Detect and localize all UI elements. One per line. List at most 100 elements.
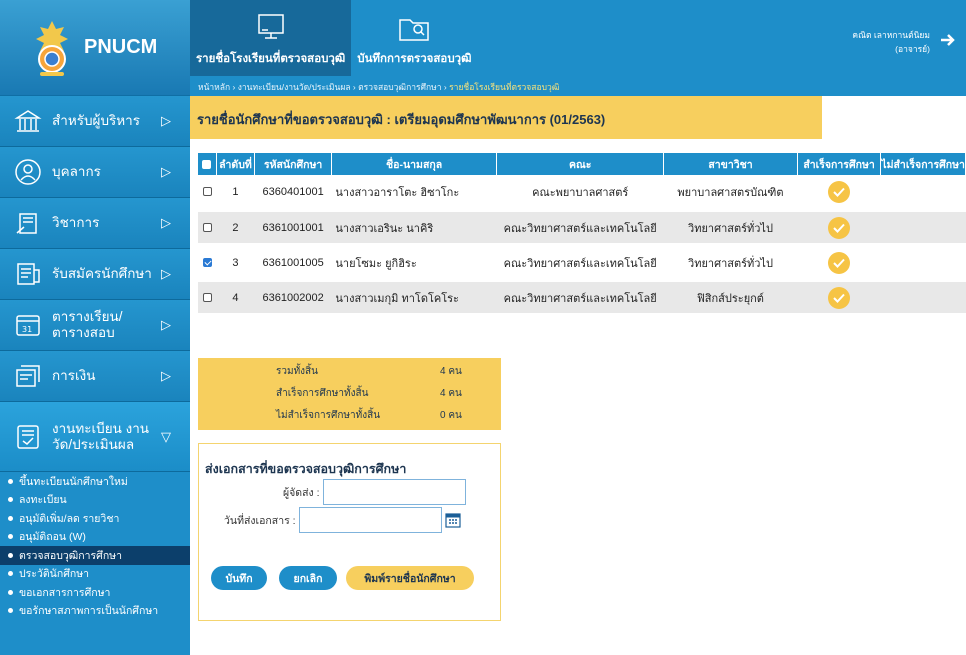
submenu-new-student[interactable]: ขึ้นทะเบียนนักศึกษาใหม่ (0, 472, 190, 491)
submenu-enroll[interactable]: ลงทะเบียน (0, 491, 190, 510)
sidebar: PNUCM สำหรับผู้บริหาร ▷ บุคลากร ▷ วิชากา… (0, 0, 190, 655)
tab-school-list[interactable]: รายชื่อโรงเรียนที่ตรวจสอบวุฒิ (190, 0, 352, 76)
row-checkbox[interactable] (202, 293, 212, 303)
bullet-icon (8, 552, 13, 558)
row-select-cell[interactable] (198, 280, 217, 317)
passed-cell[interactable] (797, 175, 881, 212)
table-header-row: ลำดับที่ รหัสนักศึกษา ชื่อ-นามสกุล คณะ ส… (198, 153, 966, 175)
logout-button[interactable] (938, 30, 958, 50)
row-checkbox-checked[interactable] (202, 258, 212, 268)
chevron-right-icon: ▷ (161, 317, 171, 332)
sidebar-item-finance[interactable]: การเงิน ▷ (0, 351, 190, 402)
not-passed-cell[interactable] (880, 175, 966, 212)
summary-passed: สำเร็จการศึกษาทั้งสิ้น 4 คน (276, 386, 486, 401)
calendar-icon: 31 (14, 311, 42, 339)
row-select-cell[interactable] (198, 210, 217, 247)
sidebar-item-admission[interactable]: รับสมัครนักศึกษา ▷ (0, 249, 190, 300)
submenu-add-drop[interactable]: อนุมัติเพิ่ม/ลด รายวิชา (0, 509, 190, 528)
summary-failed: ไม่สำเร็จการศึกษาทั้งสิ้น 0 คน (276, 408, 486, 423)
check-circle-icon[interactable] (828, 251, 851, 274)
date-row: วันที่ส่งเอกสาร : (224, 507, 461, 533)
bullet-icon (8, 589, 13, 595)
sidebar-item-label: วิชาการ (52, 215, 100, 231)
passed-cell[interactable] (797, 245, 881, 282)
sender-label: ผู้จัดส่ง : (283, 486, 320, 499)
tab-label: รายชื่อโรงเรียนที่ตรวจสอบวุฒิ (196, 53, 346, 65)
sidebar-item-personnel[interactable]: บุคลากร ▷ (0, 147, 190, 198)
not-passed-cell[interactable] (880, 210, 966, 247)
student-name: นายโซมะ ยูกิฮิระ (331, 245, 497, 282)
check-circle-icon[interactable] (828, 216, 851, 239)
students-table: ลำดับที่ รหัสนักศึกษา ชื่อ-นามสกุล คณะ ส… (198, 153, 966, 317)
summary-label: ไม่สำเร็จการศึกษาทั้งสิ้น (276, 410, 381, 421)
student-name: นางสาวอาราโตะ ฮิซาโกะ (331, 175, 497, 212)
summary-label: สำเร็จการศึกษาทั้งสิ้น (276, 388, 369, 399)
row-checkbox[interactable] (202, 187, 212, 197)
passed-cell[interactable] (797, 210, 881, 247)
breadcrumb-separator: › (352, 82, 356, 92)
sidebar-item-label: บุคลากร (52, 164, 101, 180)
tab-verification-record[interactable]: บันทึกการตรวจสอบวุฒิ (351, 0, 477, 76)
breadcrumb-level2[interactable]: ตรวจสอบวุฒิการศึกษา (358, 82, 441, 92)
sidebar-item-registration[interactable]: งานทะเบียน งานวัด/ประเมินผล ▽ (0, 402, 190, 472)
sidebar-item-academic[interactable]: วิชาการ ▷ (0, 198, 190, 249)
sender-row: ผู้จัดส่ง : (283, 479, 466, 505)
breadcrumb-separator: › (443, 82, 447, 92)
table-row: 1 6360401001 นางสาวอาราโตะ ฮิซาโกะ คณะพย… (198, 175, 966, 212)
date-input[interactable] (298, 507, 442, 533)
summary-label: รวมทั้งสิ้น (276, 366, 318, 377)
logo-area[interactable]: PNUCM (0, 0, 190, 96)
summary-value: 0 คน (440, 410, 462, 421)
cancel-button[interactable]: ยกเลิก (279, 566, 337, 590)
column-header: สำเร็จการศึกษา (797, 153, 882, 175)
column-header: ลำดับที่ (216, 153, 256, 175)
submenu-request-documents[interactable]: ขอเอกสารการศึกษา (0, 583, 190, 602)
submenu-verify-qualification[interactable]: ตรวจสอบวุฒิการศึกษา (0, 546, 190, 565)
top-tabs: รายชื่อโรงเรียนที่ตรวจสอบวุฒิ บันทึกการต… (190, 0, 477, 76)
save-button[interactable]: บันทึก (211, 566, 267, 590)
row-number: 4 (216, 280, 255, 317)
sidebar-item-executive[interactable]: สำหรับผู้บริหาร ▷ (0, 96, 190, 147)
page-title: รายชื่อนักศึกษาที่ขอตรวจสอบวุฒิ : เตรียม… (190, 96, 822, 139)
bullet-icon (8, 608, 13, 614)
check-circle-icon[interactable] (828, 286, 851, 309)
faculty: คณะวิทยาศาสตร์และเทคโนโลยี (496, 280, 664, 317)
row-select-cell[interactable] (198, 175, 217, 212)
major: พยาบาลศาสตรบัณฑิต (663, 175, 798, 212)
calendar-icon[interactable] (444, 512, 461, 528)
table-row: 2 6361001001 นางสาวเอรินะ นาคิริ คณะวิทย… (198, 210, 966, 247)
row-checkbox[interactable] (202, 223, 212, 233)
chevron-right-icon: ▷ (161, 113, 171, 128)
student-id: 6361001001 (254, 210, 332, 247)
select-all-header[interactable] (198, 153, 217, 175)
sender-input[interactable] (322, 479, 466, 505)
chevron-right-icon: ▷ (161, 368, 171, 383)
submenu-withdraw[interactable]: อนุมัติถอน (W) (0, 528, 190, 547)
sidebar-item-label: สำหรับผู้บริหาร (52, 113, 141, 129)
submenu-student-history[interactable]: ประวัตินักศึกษา (0, 565, 190, 584)
money-icon (14, 362, 42, 390)
row-number: 3 (216, 245, 255, 282)
check-circle-icon[interactable] (828, 180, 851, 203)
summary-box: รวมทั้งสิ้น 4 คน สำเร็จการศึกษาทั้งสิ้น … (198, 358, 501, 430)
not-passed-cell[interactable] (880, 245, 966, 282)
user-role: (อาจารย์) (895, 44, 930, 55)
faculty: คณะพยาบาลศาสตร์ (496, 175, 664, 212)
row-number: 1 (216, 175, 255, 212)
submenu-maintain-status[interactable]: ขอรักษาสภาพการเป็นนักศึกษา (0, 602, 190, 621)
registration-submenu: ขึ้นทะเบียนนักศึกษาใหม่ ลงทะเบียน อนุมัต… (0, 472, 190, 620)
sidebar-item-timetable[interactable]: 31 ตารางเรียน/ ตารางสอบ ▷ (0, 300, 190, 351)
print-student-list-button[interactable]: พิมพ์รายชื่อนักศึกษา (346, 566, 474, 590)
breadcrumb-level1[interactable]: งานทะเบียน/งานวัด/ประเมินผล (238, 82, 351, 92)
passed-cell[interactable] (797, 280, 881, 317)
select-all-checkbox[interactable] (202, 159, 212, 169)
svg-text:31: 31 (22, 325, 32, 334)
not-passed-cell[interactable] (880, 280, 966, 317)
breadcrumb-home[interactable]: หน้าหลัก (198, 82, 230, 92)
brand-name: PNUCM (84, 36, 158, 58)
book-icon (14, 209, 42, 237)
form-title: ส่งเอกสารที่ขอตรวจสอบวุฒิการศึกษา (205, 462, 407, 476)
column-header: สาขาวิชา (663, 153, 798, 175)
row-select-cell[interactable] (198, 245, 217, 282)
date-label: วันที่ส่งเอกสาร : (224, 514, 296, 527)
